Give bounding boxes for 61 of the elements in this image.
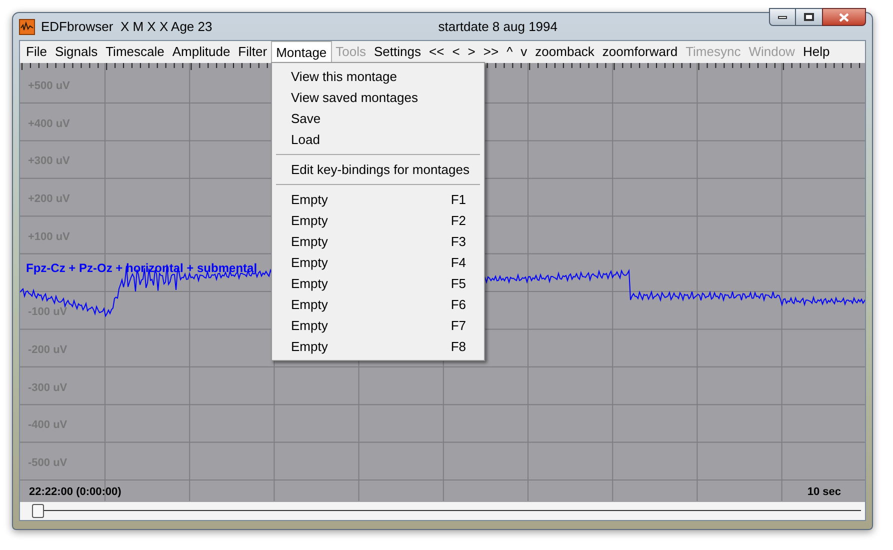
menu-item[interactable]: zoomforward xyxy=(598,41,682,63)
menu-option[interactable]: View this montage xyxy=(272,66,484,87)
menu-item[interactable]: > xyxy=(464,41,480,63)
option-label: Empty xyxy=(291,274,328,293)
start-time: 22:22:00 (0:00:00) xyxy=(29,487,122,498)
menu-item[interactable]: Filter xyxy=(234,41,272,63)
shortcut-label: F5 xyxy=(450,274,466,293)
menu-option[interactable]: Empty F5 xyxy=(272,273,484,294)
menu-item[interactable]: Montage xyxy=(271,41,332,63)
option-label: Load xyxy=(291,130,320,149)
option-label: View this montage xyxy=(291,68,397,86)
menu-option[interactable]: Load xyxy=(272,129,484,150)
close-icon xyxy=(839,12,849,22)
menu-option[interactable]: View saved montages xyxy=(272,87,484,108)
menu-option[interactable]: Empty F7 xyxy=(272,315,484,336)
option-label: Empty xyxy=(291,254,328,272)
shortcut-label: F7 xyxy=(450,316,466,335)
menu-option[interactable]: Empty F2 xyxy=(272,210,484,231)
menu-option[interactable]: Edit key-bindings for montages xyxy=(272,159,484,180)
menu-item[interactable]: Help xyxy=(798,41,834,63)
shortcut-label: F8 xyxy=(450,338,466,356)
menu-option[interactable]: Empty F3 xyxy=(272,231,484,252)
maximize-button[interactable] xyxy=(796,8,822,26)
option-label: Empty xyxy=(291,316,328,335)
menu-item[interactable]: Signals xyxy=(50,41,102,63)
menu-item[interactable]: >> xyxy=(479,41,503,63)
menu-item[interactable]: << xyxy=(425,41,448,63)
window-title: EDFbrowser X M X X Age 23 xyxy=(41,18,212,36)
option-label: Empty xyxy=(291,232,328,251)
menu-item[interactable]: ^ xyxy=(502,41,517,63)
option-label: Empty xyxy=(291,338,328,356)
horizontal-scrollbar[interactable] xyxy=(20,502,865,520)
option-label: Edit key-bindings for montages xyxy=(291,160,470,179)
window-subtitle: startdate 8 aug 1994 xyxy=(438,18,558,36)
menu-item[interactable]: Settings xyxy=(370,41,425,63)
shortcut-label: F2 xyxy=(450,212,466,230)
menu-item[interactable]: v xyxy=(516,41,532,63)
close-button[interactable] xyxy=(822,8,866,26)
menu-item[interactable]: Amplitude xyxy=(168,41,234,63)
shortcut-label: F1 xyxy=(450,190,466,209)
option-label: Save xyxy=(291,110,321,128)
menu-item[interactable]: zoomback xyxy=(531,41,598,63)
menu-option[interactable]: Empty F4 xyxy=(272,252,484,273)
menu-item[interactable]: < xyxy=(448,41,464,63)
option-label: Empty xyxy=(291,190,328,209)
menu-option[interactable]: Save xyxy=(272,108,484,129)
menu-option[interactable]: Empty F1 xyxy=(272,189,484,210)
shortcut-label: F3 xyxy=(450,232,466,251)
menu-option[interactable]: Empty F6 xyxy=(272,294,484,315)
menu-item[interactable]: File xyxy=(22,41,51,63)
option-label: Empty xyxy=(291,296,328,314)
shortcut-label: F6 xyxy=(450,296,466,314)
menu-item[interactable]: Timescale xyxy=(102,41,168,63)
timescale-label: 10 sec xyxy=(807,487,841,498)
shortcut-label: F4 xyxy=(450,254,466,272)
option-label: Empty xyxy=(291,212,328,230)
menu-option[interactable]: Empty F8 xyxy=(272,336,484,357)
app-icon xyxy=(19,18,35,34)
scrollbar-thumb[interactable] xyxy=(32,504,44,518)
option-label: View saved montages xyxy=(291,88,418,107)
minimize-button[interactable] xyxy=(769,8,796,26)
